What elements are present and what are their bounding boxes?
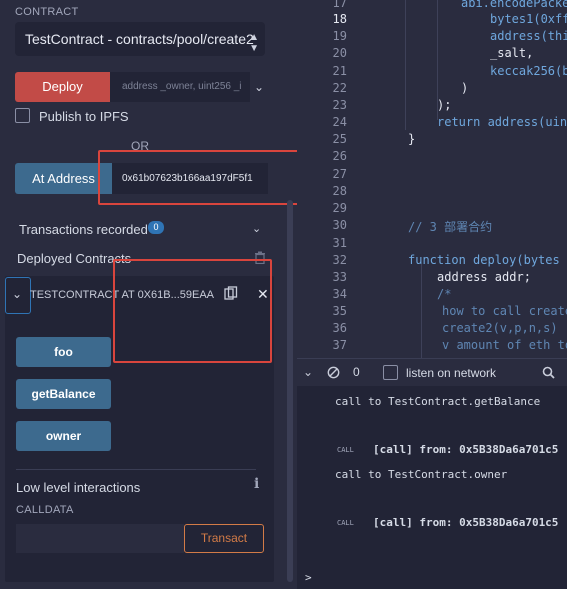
call-tag: CALL (337, 446, 354, 454)
line-number: 32 (332, 253, 347, 267)
line-number: 22 (332, 81, 347, 95)
indent-guide (421, 264, 422, 358)
listen-network-checkbox[interactable] (383, 365, 398, 380)
search-icon[interactable] (542, 366, 555, 379)
code-comment: create2(v,p,n,s) (442, 321, 558, 335)
call-tag: CALL (337, 519, 354, 527)
deploy-args-input[interactable]: address _owner, uint256 _i (110, 72, 250, 102)
function-getbalance-button[interactable]: getBalance (16, 379, 111, 409)
line-number: 17 (332, 0, 347, 10)
code-line: keccak256(by (490, 64, 567, 78)
calldata-input[interactable] (16, 524, 184, 553)
highlight-box-address (98, 150, 299, 205)
publish-ipfs-label: Publish to IPFS (39, 109, 129, 124)
terminal-toolbar: ⌄ 0 listen on network (297, 358, 567, 386)
line-number: 19 (332, 29, 347, 43)
calldata-label: CALLDATA (16, 504, 74, 516)
clear-console-icon[interactable] (327, 366, 340, 379)
listen-network-label: listen on network (406, 366, 497, 380)
transact-button[interactable]: Transact (184, 524, 264, 553)
chevron-down-icon[interactable]: ⌄ (250, 72, 268, 102)
contract-select[interactable]: TestContract - contracts/pool/create2 ▲ ▼ (15, 22, 265, 56)
code-comment: /* (437, 287, 452, 301)
terminal-call-line[interactable]: [call] from: 0x5B38Da6a701c5 (373, 443, 558, 456)
code-line: function deploy(bytes m (408, 253, 567, 267)
low-level-label: Low level interactions (16, 480, 141, 495)
line-number: 37 (332, 338, 347, 352)
line-number: 33 (332, 270, 347, 284)
highlight-box-instance (113, 259, 272, 363)
terminal-prompt[interactable]: > (305, 571, 312, 584)
line-number: 26 (332, 149, 347, 163)
transactions-recorded-label[interactable]: Transactions recorded (19, 222, 148, 237)
function-foo-button[interactable]: foo (16, 337, 111, 367)
code-line: _salt, (490, 46, 534, 60)
code-line: } (408, 132, 416, 146)
code-line: ); (437, 98, 452, 112)
publish-ipfs-checkbox[interactable] (15, 108, 30, 123)
line-number: 29 (332, 201, 347, 215)
line-number: 36 (332, 321, 347, 335)
indent-guide (405, 0, 406, 130)
pending-tx-counter: 0 (353, 365, 360, 379)
select-updown-icon: ▲ ▼ (249, 32, 259, 54)
deploy-run-panel: CONTRACT TestContract - contracts/pool/c… (0, 0, 299, 589)
line-number: 28 (332, 184, 347, 198)
line-number: 24 (332, 115, 347, 129)
line-number: 30 (332, 218, 347, 232)
line-number: 27 (332, 167, 347, 181)
code-line: bytes1(0xff) (490, 12, 567, 26)
panel-scrollbar[interactable] (287, 200, 293, 582)
transactions-count-badge: 0 (148, 221, 164, 234)
line-number: 34 (332, 287, 347, 301)
line-number: 18 (332, 12, 347, 26)
info-icon[interactable]: i (254, 476, 259, 492)
code-line: abi.encodePacked( (461, 0, 567, 10)
code-line: ) (461, 81, 469, 95)
terminal-line: call to TestContract.getBalance (335, 395, 541, 408)
contract-label: CONTRACT (15, 6, 79, 18)
line-number: 23 (332, 98, 347, 112)
contract-select-value: TestContract - contracts/pool/create2 (25, 31, 254, 47)
line-number: 20 (332, 46, 347, 60)
function-owner-button[interactable]: owner (16, 421, 111, 451)
terminal-call-line[interactable]: [call] from: 0x5B38Da6a701c5 (373, 516, 558, 529)
chevron-down-icon[interactable]: ⌄ (12, 287, 22, 301)
collapse-terminal-icon[interactable]: ⌄ (303, 365, 313, 379)
divider (16, 469, 256, 470)
terminal-line: call to TestContract.owner (335, 468, 508, 481)
terminal-output[interactable]: call to TestContract.getBalance CALL [ca… (297, 386, 567, 589)
code-line: address(this (490, 29, 567, 43)
code-comment: how to call create (442, 304, 567, 318)
code-comment: // 3 部署合约 (408, 220, 493, 234)
line-number: 25 (332, 132, 347, 146)
code-line: return address(uint (437, 115, 567, 129)
chevron-down-icon[interactable]: ⌄ (252, 222, 261, 235)
line-number: 35 (332, 304, 347, 318)
code-editor[interactable]: 17 abi.encodePacked( 18 bytes1(0xff) 19 … (297, 0, 567, 358)
line-number: 31 (332, 236, 347, 250)
code-comment: v amount of eth to (442, 338, 567, 352)
code-line: address addr; (437, 270, 531, 284)
line-number: 21 (332, 64, 347, 78)
deploy-button[interactable]: Deploy (15, 72, 110, 102)
